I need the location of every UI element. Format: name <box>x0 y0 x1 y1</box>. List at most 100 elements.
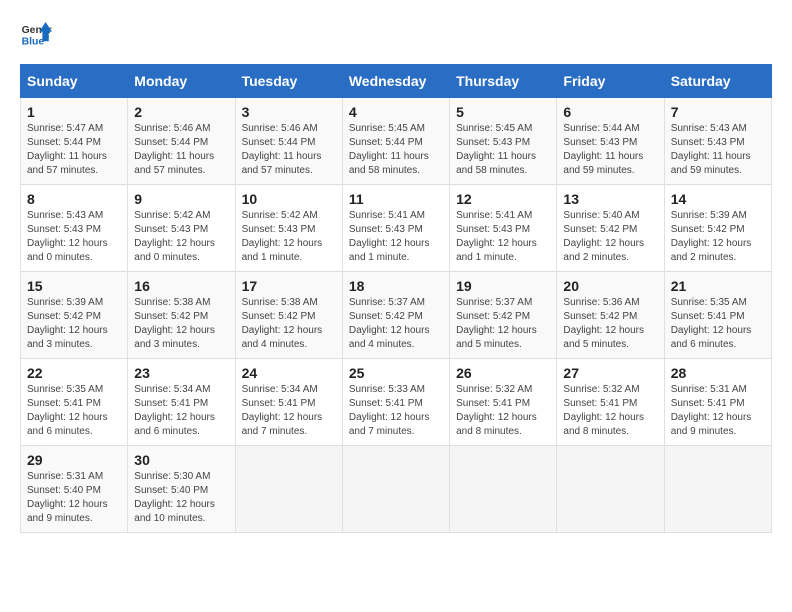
day-of-week-header: Tuesday <box>235 65 342 98</box>
calendar-week-row: 29 Sunrise: 5:31 AM Sunset: 5:40 PM Dayli… <box>21 446 772 533</box>
calendar-week-row: 1Sunrise: 5:47 AM Sunset: 5:44 PM Daylig… <box>21 98 772 185</box>
day-of-week-header: Wednesday <box>342 65 449 98</box>
day-number: 16 <box>134 278 228 294</box>
day-of-week-header: Friday <box>557 65 664 98</box>
calendar-week-row: 15 Sunrise: 5:39 AM Sunset: 5:42 PM Dayli… <box>21 272 772 359</box>
day-info: Sunrise: 5:39 AM Sunset: 5:42 PM Dayligh… <box>27 296 121 352</box>
calendar-day-cell: 6 Sunrise: 5:44 AM Sunset: 5:43 PM Daylig… <box>557 98 664 185</box>
day-info: Sunrise: 5:37 AM Sunset: 5:42 PM Dayligh… <box>349 296 443 352</box>
day-info: Sunrise: 5:42 AM Sunset: 5:43 PM Dayligh… <box>134 209 228 265</box>
day-number: 28 <box>671 365 765 381</box>
calendar-day-cell: 3 Sunrise: 5:46 AM Sunset: 5:44 PM Daylig… <box>235 98 342 185</box>
calendar-day-cell: 10 Sunrise: 5:42 AM Sunset: 5:43 PM Dayli… <box>235 185 342 272</box>
calendar-header-row: SundayMondayTuesdayWednesdayThursdayFrid… <box>21 65 772 98</box>
svg-text:Blue: Blue <box>22 36 45 47</box>
day-info: Sunrise: 5:44 AM Sunset: 5:43 PM Dayligh… <box>563 122 657 178</box>
day-number: 30 <box>134 452 228 468</box>
day-number: 13 <box>563 191 657 207</box>
calendar-day-cell: 27 Sunrise: 5:32 AM Sunset: 5:41 PM Dayli… <box>557 359 664 446</box>
calendar-day-cell: 25 Sunrise: 5:33 AM Sunset: 5:41 PM Dayli… <box>342 359 449 446</box>
calendar-day-cell: 24 Sunrise: 5:34 AM Sunset: 5:41 PM Dayli… <box>235 359 342 446</box>
day-info: Sunrise: 5:43 AM Sunset: 5:43 PM Dayligh… <box>671 122 765 178</box>
calendar-day-cell: 22Sunrise: 5:35 AM Sunset: 5:41 PM Dayli… <box>21 359 128 446</box>
day-number: 20 <box>563 278 657 294</box>
day-number: 10 <box>242 191 336 207</box>
day-info: Sunrise: 5:39 AM Sunset: 5:42 PM Dayligh… <box>671 209 765 265</box>
day-info: Sunrise: 5:41 AM Sunset: 5:43 PM Dayligh… <box>456 209 550 265</box>
calendar-day-cell <box>664 446 771 533</box>
day-info: Sunrise: 5:43 AM Sunset: 5:43 PM Dayligh… <box>27 209 121 265</box>
day-number: 15 <box>27 278 121 294</box>
day-info: Sunrise: 5:34 AM Sunset: 5:41 PM Dayligh… <box>134 383 228 439</box>
calendar-day-cell: 15 Sunrise: 5:39 AM Sunset: 5:42 PM Dayli… <box>21 272 128 359</box>
calendar-day-cell: 19Sunrise: 5:37 AM Sunset: 5:42 PM Dayli… <box>450 272 557 359</box>
logo-icon: General Blue <box>20 20 52 48</box>
calendar-day-cell: 18 Sunrise: 5:37 AM Sunset: 5:42 PM Dayli… <box>342 272 449 359</box>
day-info: Sunrise: 5:31 AM Sunset: 5:40 PM Dayligh… <box>27 470 121 526</box>
day-number: 17 <box>242 278 336 294</box>
day-number: 12 <box>456 191 550 207</box>
day-info: Sunrise: 5:40 AM Sunset: 5:42 PM Dayligh… <box>563 209 657 265</box>
day-number: 8 <box>27 191 121 207</box>
calendar-day-cell <box>557 446 664 533</box>
day-number: 24 <box>242 365 336 381</box>
calendar-day-cell <box>342 446 449 533</box>
calendar-day-cell: 29 Sunrise: 5:31 AM Sunset: 5:40 PM Dayli… <box>21 446 128 533</box>
calendar-day-cell: 21Sunrise: 5:35 AM Sunset: 5:41 PM Dayli… <box>664 272 771 359</box>
day-number: 6 <box>563 104 657 120</box>
day-info: Sunrise: 5:45 AM Sunset: 5:44 PM Dayligh… <box>349 122 443 178</box>
calendar-day-cell: 13 Sunrise: 5:40 AM Sunset: 5:42 PM Dayli… <box>557 185 664 272</box>
day-info: Sunrise: 5:42 AM Sunset: 5:43 PM Dayligh… <box>242 209 336 265</box>
day-info: Sunrise: 5:46 AM Sunset: 5:44 PM Dayligh… <box>242 122 336 178</box>
day-info: Sunrise: 5:36 AM Sunset: 5:42 PM Dayligh… <box>563 296 657 352</box>
calendar-day-cell: 5 Sunrise: 5:45 AM Sunset: 5:43 PM Daylig… <box>450 98 557 185</box>
day-number: 25 <box>349 365 443 381</box>
day-number: 29 <box>27 452 121 468</box>
day-number: 7 <box>671 104 765 120</box>
calendar-day-cell: 8 Sunrise: 5:43 AM Sunset: 5:43 PM Daylig… <box>21 185 128 272</box>
day-info: Sunrise: 5:38 AM Sunset: 5:42 PM Dayligh… <box>134 296 228 352</box>
day-info: Sunrise: 5:30 AM Sunset: 5:40 PM Dayligh… <box>134 470 228 526</box>
day-number: 5 <box>456 104 550 120</box>
day-info: Sunrise: 5:38 AM Sunset: 5:42 PM Dayligh… <box>242 296 336 352</box>
calendar-day-cell: 9 Sunrise: 5:42 AM Sunset: 5:43 PM Daylig… <box>128 185 235 272</box>
day-number: 9 <box>134 191 228 207</box>
day-info: Sunrise: 5:37 AM Sunset: 5:42 PM Dayligh… <box>456 296 550 352</box>
day-info: Sunrise: 5:31 AM Sunset: 5:41 PM Dayligh… <box>671 383 765 439</box>
day-number: 26 <box>456 365 550 381</box>
day-of-week-header: Monday <box>128 65 235 98</box>
day-info: Sunrise: 5:46 AM Sunset: 5:44 PM Dayligh… <box>134 122 228 178</box>
calendar-day-cell: 23 Sunrise: 5:34 AM Sunset: 5:41 PM Dayli… <box>128 359 235 446</box>
day-number: 1 <box>27 104 121 120</box>
calendar-table: SundayMondayTuesdayWednesdayThursdayFrid… <box>20 64 772 533</box>
day-info: Sunrise: 5:32 AM Sunset: 5:41 PM Dayligh… <box>563 383 657 439</box>
calendar-day-cell <box>450 446 557 533</box>
day-info: Sunrise: 5:32 AM Sunset: 5:41 PM Dayligh… <box>456 383 550 439</box>
page-header: General Blue <box>20 20 772 48</box>
calendar-day-cell: 20 Sunrise: 5:36 AM Sunset: 5:42 PM Dayli… <box>557 272 664 359</box>
day-number: 3 <box>242 104 336 120</box>
calendar-day-cell: 1Sunrise: 5:47 AM Sunset: 5:44 PM Daylig… <box>21 98 128 185</box>
day-number: 11 <box>349 191 443 207</box>
calendar-day-cell: 28 Sunrise: 5:31 AM Sunset: 5:41 PM Dayli… <box>664 359 771 446</box>
day-number: 22 <box>27 365 121 381</box>
day-info: Sunrise: 5:33 AM Sunset: 5:41 PM Dayligh… <box>349 383 443 439</box>
day-info: Sunrise: 5:45 AM Sunset: 5:43 PM Dayligh… <box>456 122 550 178</box>
calendar-day-cell: 12 Sunrise: 5:41 AM Sunset: 5:43 PM Dayli… <box>450 185 557 272</box>
calendar-day-cell: 14 Sunrise: 5:39 AM Sunset: 5:42 PM Dayli… <box>664 185 771 272</box>
calendar-week-row: 8 Sunrise: 5:43 AM Sunset: 5:43 PM Daylig… <box>21 185 772 272</box>
logo: General Blue <box>20 20 52 48</box>
day-number: 4 <box>349 104 443 120</box>
day-number: 23 <box>134 365 228 381</box>
calendar-day-cell: 17 Sunrise: 5:38 AM Sunset: 5:42 PM Dayli… <box>235 272 342 359</box>
day-number: 14 <box>671 191 765 207</box>
day-info: Sunrise: 5:34 AM Sunset: 5:41 PM Dayligh… <box>242 383 336 439</box>
calendar-day-cell: 7 Sunrise: 5:43 AM Sunset: 5:43 PM Daylig… <box>664 98 771 185</box>
day-number: 27 <box>563 365 657 381</box>
day-info: Sunrise: 5:35 AM Sunset: 5:41 PM Dayligh… <box>671 296 765 352</box>
day-of-week-header: Thursday <box>450 65 557 98</box>
calendar-day-cell <box>235 446 342 533</box>
calendar-day-cell: 2Sunrise: 5:46 AM Sunset: 5:44 PM Daylig… <box>128 98 235 185</box>
calendar-day-cell: 26 Sunrise: 5:32 AM Sunset: 5:41 PM Dayli… <box>450 359 557 446</box>
day-number: 18 <box>349 278 443 294</box>
